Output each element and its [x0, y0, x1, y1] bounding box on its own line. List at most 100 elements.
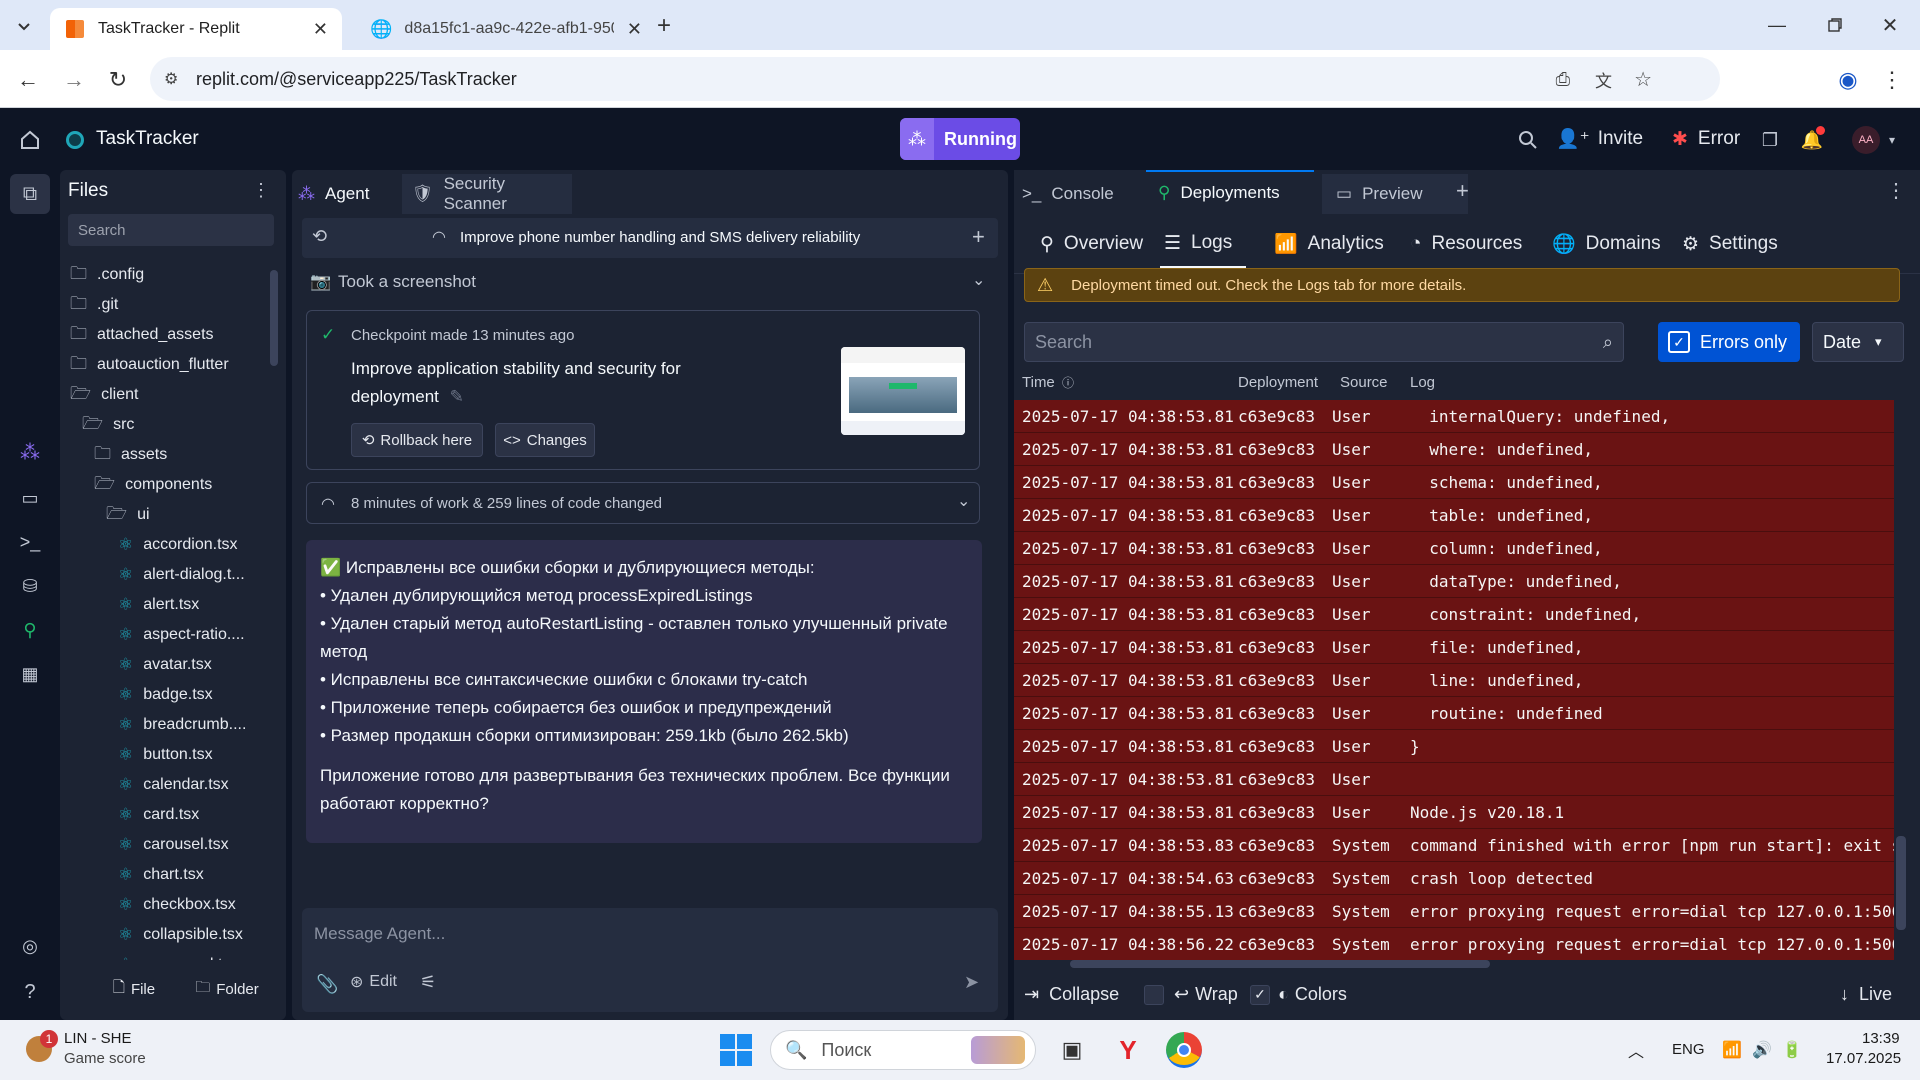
taskbar-search[interactable]: 🔍 Поиск [770, 1030, 1036, 1070]
screenshot-step[interactable]: 📷 Took a screenshot ⌄ [306, 266, 996, 300]
log-row[interactable]: 2025-07-17 04:38:53.81 c63e9c83 User [1014, 763, 1894, 796]
file-tree-item[interactable]: ⚛ badge.tsx [118, 680, 213, 710]
home-icon[interactable] [16, 126, 44, 154]
work-summary[interactable]: ◠ 8 minutes of work & 259 lines of code … [306, 482, 980, 524]
file-tree-item[interactable]: ⚛ checkbox.tsx [118, 890, 236, 920]
close-tab-icon[interactable]: ✕ [627, 19, 642, 40]
file-tree-item[interactable]: 🗀 attached_assets [70, 320, 214, 350]
file-explorer-icon[interactable]: ▣ [1054, 1032, 1090, 1068]
new-folder-button[interactable]: 🗀 Folder [184, 974, 270, 1004]
file-tree-item[interactable]: 🗁 client [70, 380, 138, 410]
col-log[interactable]: Log [1410, 374, 1435, 391]
collapse-button[interactable]: ⇥ Collapse [1024, 984, 1119, 1005]
agent-tool-icon[interactable]: ⁂ [14, 436, 46, 468]
file-tree-item[interactable]: ⚛ aspect-ratio.... [118, 620, 245, 650]
history-icon[interactable]: ⟲ [312, 226, 327, 247]
panel-options-icon[interactable]: ⋮ [1886, 178, 1906, 203]
col-deployment[interactable]: Deployment [1238, 374, 1318, 391]
volume-icon[interactable]: 🔊 [1750, 1036, 1774, 1064]
new-tab-icon[interactable]: + [650, 12, 678, 40]
file-tree-item[interactable]: ⚛ accordion.tsx [118, 530, 238, 560]
file-tree-item[interactable]: 🗀 assets [94, 440, 167, 470]
log-row[interactable]: 2025-07-17 04:38:55.13 c63e9c83 System erro… [1014, 895, 1894, 928]
log-row[interactable]: 2025-07-17 04:38:53.81 c63e9c83 User} [1014, 730, 1894, 763]
yandex-browser-icon[interactable]: Y [1110, 1032, 1146, 1068]
logs-scrollbar[interactable] [1896, 836, 1906, 930]
log-row[interactable]: 2025-07-17 04:38:53.81 c63e9c83 User Node.j… [1014, 796, 1894, 829]
file-tree-item[interactable]: 🗀 autoauction_flutter [70, 350, 229, 380]
logs-hscrollbar[interactable] [1070, 960, 1490, 968]
minimize-icon[interactable]: — [1762, 12, 1792, 38]
layout-toggle-icon[interactable]: ❐ [1756, 126, 1784, 154]
clock-time[interactable]: 13:39 [1862, 1030, 1900, 1047]
rollback-button[interactable]: ⟲ Rollback here [351, 423, 483, 457]
file-tree-item[interactable]: ⚛ alert-dialog.t... [118, 560, 245, 590]
reload-icon[interactable]: ↻ [104, 66, 132, 94]
new-file-button[interactable]: 🗋 File [98, 974, 170, 1004]
files-search-input[interactable]: Search [68, 214, 274, 246]
file-tree-item[interactable]: 🗁 ui [106, 500, 150, 530]
log-row[interactable]: 2025-07-17 04:38:53.81 c63e9c83 User schem… [1014, 466, 1894, 499]
battery-icon[interactable]: 🔋 [1780, 1036, 1804, 1064]
help-icon[interactable]: ? [14, 976, 46, 1008]
forward-icon[interactable]: → [60, 66, 88, 94]
log-row[interactable]: 2025-07-17 04:38:53.81 c63e9c83 User table… [1014, 499, 1894, 532]
tab-deployments[interactable]: ⚲ Deployments [1146, 170, 1314, 214]
profile-icon[interactable]: ◉ [1834, 66, 1862, 94]
error-button[interactable]: ✱ Error [1672, 122, 1740, 156]
log-row[interactable]: 2025-07-17 04:38:53.81 c63e9c83 User routi… [1014, 697, 1894, 730]
live-button[interactable]: ↓ Live [1840, 984, 1892, 1005]
screenshot-thumbnail[interactable] [841, 347, 965, 435]
file-tree-item[interactable]: ⚛ alert.tsx [118, 590, 199, 620]
file-tree-item[interactable]: ⚛ calendar.tsx [118, 770, 229, 800]
file-tree-item[interactable]: 🗁 src [82, 410, 134, 440]
log-row[interactable]: 2025-07-17 04:38:53.81 c63e9c83 User file:… [1014, 631, 1894, 664]
col-time[interactable]: Time [1022, 374, 1055, 391]
install-app-icon[interactable]: ⎙ [1556, 69, 1570, 90]
browser-tab[interactable]: 🌐 d8a15fc1-aa9c-422e-afb1-9506 ✕ [356, 8, 656, 50]
tray-overflow-icon[interactable]: ︿ [1624, 1036, 1648, 1064]
project-name[interactable]: TaskTracker [96, 128, 199, 150]
file-tree-item[interactable]: ⚛ breadcrumb.... [118, 710, 246, 740]
files-scrollbar[interactable] [270, 270, 278, 366]
input-language[interactable]: ENG [1672, 1041, 1705, 1058]
log-row[interactable]: 2025-07-17 04:38:53.81 c63e9c83 User const… [1014, 598, 1894, 631]
close-tab-icon[interactable]: ✕ [313, 19, 328, 40]
edit-mode-button[interactable]: ⊛ Edit [350, 972, 397, 992]
search-icon[interactable] [1514, 126, 1542, 154]
date-filter-button[interactable]: Date ▾ [1812, 322, 1904, 362]
send-icon[interactable]: ➤ [964, 972, 979, 993]
clock-date[interactable]: 17.07.2025 [1826, 1050, 1901, 1067]
tab-security-scanner[interactable]: 🛡 Security Scanner [402, 174, 572, 214]
file-tree-item[interactable]: 🗀 .git [70, 290, 118, 320]
back-icon[interactable]: ← [14, 66, 42, 94]
chevron-down-icon[interactable]: ⌄ [972, 270, 985, 290]
wrap-toggle[interactable]: ↩ Wrap [1144, 984, 1238, 1005]
logs-search-input[interactable]: Search ⌕ [1024, 322, 1624, 362]
errors-only-toggle[interactable]: ✓ Errors only [1658, 322, 1800, 362]
tab-search-chevron-icon[interactable] [12, 14, 36, 38]
edit-pencil-icon[interactable]: ✎ [450, 387, 464, 406]
file-tree-item[interactable]: ⚛ command.tsx [118, 950, 238, 960]
log-row[interactable]: 2025-07-17 04:38:53.81 c63e9c83 User colum… [1014, 532, 1894, 565]
deployments-tool-icon[interactable]: ⚲ [14, 614, 46, 646]
subnav-analytics[interactable]: 📶 Analytics [1274, 226, 1384, 262]
tab-agent[interactable]: ⁂ Agent [298, 174, 369, 214]
preview-tool-icon[interactable]: ▭ [14, 482, 46, 514]
file-tree-item[interactable]: ⚛ button.tsx [118, 740, 213, 770]
file-tree-item[interactable]: ⚛ card.tsx [118, 800, 199, 830]
changes-button[interactable]: <> Changes [495, 423, 595, 457]
file-tree-item[interactable]: 🗀 .config [70, 260, 144, 290]
invite-button[interactable]: 👤⁺ Invite [1556, 122, 1643, 156]
col-source[interactable]: Source [1340, 374, 1388, 391]
subnav-settings[interactable]: ⚙ Settings [1682, 226, 1778, 262]
chevron-down-icon[interactable]: ▾ [1884, 130, 1900, 150]
bookmark-star-icon[interactable]: ☆ [1634, 67, 1652, 92]
log-row[interactable]: 2025-07-17 04:38:53.81 c63e9c83 User dataT… [1014, 565, 1894, 598]
all-tools-icon[interactable]: ▦ [14, 658, 46, 690]
log-row[interactable]: 2025-07-17 04:38:53.81 c63e9c83 User inter… [1014, 400, 1894, 433]
close-window-icon[interactable]: ✕ [1875, 12, 1905, 38]
tab-console[interactable]: >_ Console [1022, 174, 1114, 214]
log-row[interactable]: 2025-07-17 04:38:53.81 c63e9c83 User where… [1014, 433, 1894, 466]
tab-preview[interactable]: ▭ Preview [1322, 174, 1468, 214]
